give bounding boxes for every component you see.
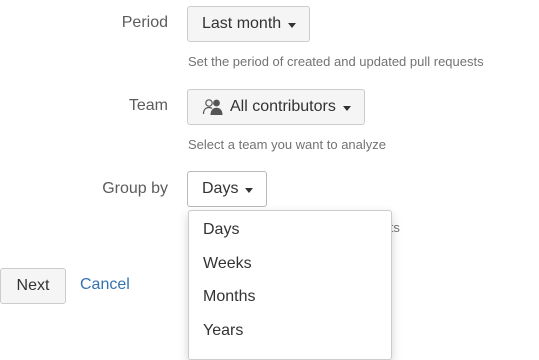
users-icon	[202, 98, 224, 116]
group-by-dropdown[interactable]: Days	[187, 171, 268, 207]
period-dropdown-value: Last month	[202, 15, 282, 32]
menu-item-years[interactable]: Years	[189, 314, 391, 348]
chevron-down-icon	[245, 187, 254, 193]
group-by-label: Group by	[102, 180, 168, 197]
next-button[interactable]: Next	[0, 268, 66, 304]
menu-item-days[interactable]: Days	[189, 213, 391, 247]
chevron-down-icon	[288, 22, 297, 28]
period-help-text: Set the period of created and updated pu…	[188, 54, 484, 69]
team-label: Team	[128, 97, 168, 114]
team-dropdown[interactable]: All contributors	[187, 89, 365, 125]
cancel-link[interactable]: Cancel	[80, 276, 130, 294]
team-help-text: Select a team you want to analyze	[188, 137, 387, 152]
period-label: Period	[121, 14, 168, 31]
period-dropdown[interactable]: Last month	[187, 6, 311, 42]
menu-item-weeks[interactable]: Weeks	[189, 247, 391, 281]
menu-item-months[interactable]: Months	[189, 280, 391, 314]
group-by-menu: Days Weeks Months Years	[188, 210, 392, 360]
chevron-down-icon	[342, 105, 351, 111]
group-by-dropdown-value: Days	[202, 180, 239, 197]
team-dropdown-value: All contributors	[230, 98, 336, 115]
